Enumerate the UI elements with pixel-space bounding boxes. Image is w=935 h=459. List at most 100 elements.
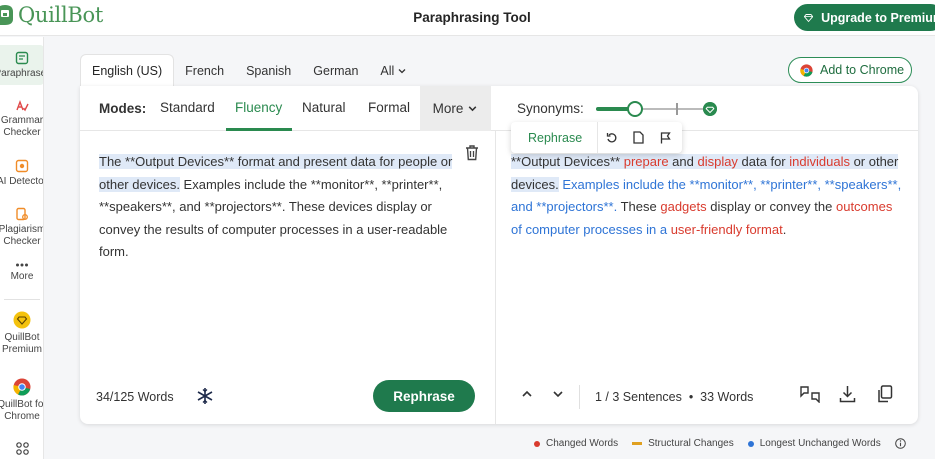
- add-to-chrome-button[interactable]: Add to Chrome: [788, 57, 912, 83]
- sidebar-item-more[interactable]: More: [0, 262, 43, 283]
- paraphraser-icon: [15, 51, 29, 65]
- sidebar-item-plagiarism-checker[interactable]: Plagiarism Checker: [0, 207, 44, 248]
- legend-changed-words: Changed Words: [534, 438, 618, 449]
- synonyms-label: Synonyms:: [517, 101, 584, 116]
- more-modes-button[interactable]: More: [420, 86, 491, 131]
- sidebar-item-label: More: [10, 271, 34, 282]
- legend-structural-changes: Structural Changes: [632, 438, 734, 449]
- unchanged-words-dot: [747, 440, 754, 447]
- sidebar-item-label: Plagiarism Checker: [0, 224, 44, 247]
- sidebar-item-label: QuillBot Premium: [1, 332, 42, 355]
- legend-label: Changed Words: [546, 438, 619, 449]
- panel-divider: [495, 131, 496, 424]
- upgrade-to-premium-button[interactable]: Upgrade to Premium: [794, 4, 935, 31]
- legend-label: Structural Changes: [648, 438, 734, 449]
- grammar-checker-icon: [16, 100, 29, 112]
- output-changed-word: prepare: [623, 154, 669, 169]
- output-changed-word: user-friendly format: [670, 221, 783, 237]
- input-word-count: 34/125 Words: [96, 390, 174, 404]
- output-changed-word: individuals: [789, 154, 850, 169]
- sentence-info: 1 / 3 Sentences • 33 Words: [595, 390, 753, 404]
- synonyms-slider-tick: [676, 103, 678, 115]
- diamond-icon: [804, 13, 814, 22]
- navigation-separator: [579, 385, 580, 409]
- sidebar-divider: [4, 299, 40, 300]
- undo-icon[interactable]: [598, 132, 625, 144]
- all-languages-label: All: [380, 63, 395, 78]
- output-highlighted-text: **Output Devices**: [511, 154, 624, 169]
- tab-english-us[interactable]: English (US): [80, 54, 175, 87]
- copy-sentence-icon[interactable]: [625, 131, 652, 144]
- output-highlighted-text: data for: [737, 154, 790, 169]
- output-text-area[interactable]: **Output Devices** prepare and display d…: [511, 151, 906, 241]
- tab-all-languages[interactable]: All: [369, 54, 418, 87]
- legend-unchanged-words: Longest Unchanged Words: [747, 438, 881, 449]
- info-icon[interactable]: [894, 438, 906, 449]
- add-to-chrome-label: Add to Chrome: [820, 63, 905, 77]
- synonyms-slider-handle[interactable]: [627, 101, 643, 117]
- sidebar: Paraphraser Grammar Checker AI Detector …: [0, 37, 44, 459]
- sidebar-item-label: Grammar Checker: [0, 115, 44, 138]
- sidebar-item-label: QuillBot for Chrome: [0, 399, 44, 422]
- sidebar-item-paraphraser[interactable]: Paraphraser: [0, 51, 43, 80]
- sidebar-item-premium[interactable]: QuillBot Premium: [0, 311, 43, 356]
- mode-fluency[interactable]: Fluency: [235, 100, 282, 115]
- chevron-down-icon: [469, 106, 477, 112]
- plagiarism-checker-icon: [16, 207, 28, 221]
- download-icon[interactable]: [839, 385, 856, 403]
- mode-formal[interactable]: Formal: [368, 100, 410, 115]
- changed-words-dot: [534, 440, 540, 447]
- flag-icon[interactable]: [652, 131, 679, 144]
- sidebar-item-chrome[interactable]: QuillBot for Chrome: [0, 378, 44, 423]
- input-text-area[interactable]: The **Output Devices** format and presen…: [99, 151, 469, 264]
- compare-modes-icon[interactable]: [800, 385, 820, 403]
- copy-icon[interactable]: [877, 385, 893, 403]
- legend-label: Longest Unchanged Words: [759, 438, 881, 449]
- bullet-separator: •: [685, 390, 697, 404]
- paraphraser-card: Modes: Standard Fluency Natural Formal M…: [80, 86, 918, 424]
- output-text-segment: .: [782, 221, 787, 237]
- next-sentence-chevron-down-icon[interactable]: [552, 388, 564, 400]
- sidebar-item-grammar-checker[interactable]: Grammar Checker: [0, 98, 44, 139]
- active-mode-underline: [226, 128, 292, 131]
- mode-standard[interactable]: Standard: [160, 100, 215, 115]
- output-text-segment: display or convey the: [706, 199, 836, 214]
- apps-grid-icon: [15, 442, 29, 455]
- output-word-count: 33 Words: [700, 390, 754, 404]
- top-bar: QuillBot Paraphrasing Tool Upgrade to Pr…: [0, 0, 935, 36]
- output-changed-word: outcomes: [835, 199, 893, 214]
- mode-natural[interactable]: Natural: [302, 100, 346, 115]
- output-changed-word: display: [697, 154, 738, 169]
- chrome-icon: [13, 378, 31, 396]
- previous-sentence-chevron-up-icon[interactable]: [521, 388, 533, 400]
- output-changed-word: gadgets: [660, 199, 707, 214]
- sidebar-item-label: AI Detector: [0, 176, 44, 187]
- more-modes-label: More: [432, 101, 464, 116]
- sentence-popup-toolbar: Rephrase: [511, 122, 682, 153]
- color-legend: Changed Words Structural Changes Longest…: [534, 438, 906, 449]
- sentence-count: 1 / 3 Sentences: [595, 390, 682, 404]
- upgrade-label: Upgrade to Premium: [821, 10, 935, 25]
- tab-spanish[interactable]: Spanish: [235, 54, 302, 87]
- ai-detector-icon: [15, 159, 29, 173]
- tab-french[interactable]: French: [174, 54, 235, 87]
- output-text-segment: These: [617, 199, 661, 214]
- structural-changes-dash: [632, 442, 643, 445]
- language-tabs: English (US) French Spanish German All: [80, 54, 418, 87]
- tab-german[interactable]: German: [302, 54, 369, 87]
- sidebar-item-ai-detector[interactable]: AI Detector: [0, 159, 44, 188]
- modes-label: Modes:: [99, 101, 147, 116]
- sidebar-item-apps[interactable]: [0, 442, 43, 458]
- rephrase-button[interactable]: Rephrase: [373, 380, 475, 412]
- modes-bar: Modes: Standard Fluency Natural Formal M…: [80, 86, 918, 131]
- premium-lock-icon[interactable]: [703, 102, 717, 116]
- sidebar-item-label: Paraphraser: [0, 68, 43, 79]
- freeze-words-snowflake-icon[interactable]: [196, 387, 214, 405]
- premium-diamond-icon: [13, 311, 31, 329]
- chrome-icon: [800, 63, 813, 77]
- more-dots-icon: [16, 263, 28, 267]
- trash-icon[interactable]: [464, 144, 480, 161]
- popup-rephrase-button[interactable]: Rephrase: [511, 122, 599, 153]
- output-unchanged-words: of computer processes in a: [511, 221, 671, 237]
- chevron-down-icon: [398, 68, 406, 73]
